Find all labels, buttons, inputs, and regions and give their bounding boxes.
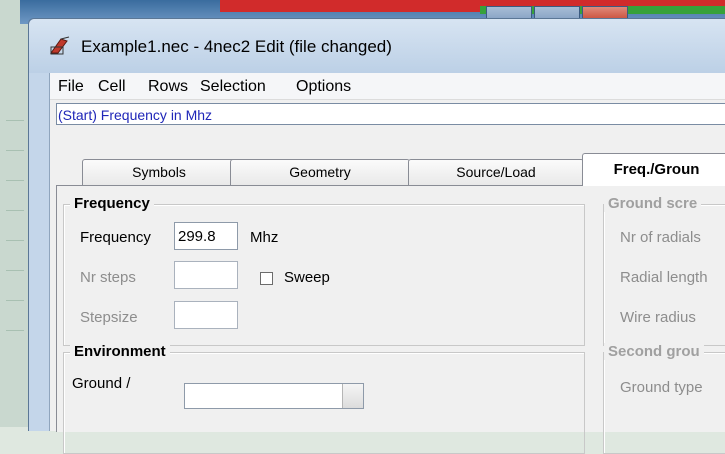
background-desktop — [0, 0, 30, 427]
client-area: File Cell Rows Selection Options (Start)… — [49, 73, 725, 454]
tab-symbols[interactable]: Symbols — [82, 159, 236, 185]
stepsize-input[interactable] — [174, 301, 238, 329]
menu-selection[interactable]: Selection — [200, 78, 266, 96]
editor-window: Example1.nec - 4nec2 Edit (file changed)… — [28, 18, 725, 454]
environment-group: Environment Ground / — [63, 343, 585, 454]
nr-steps-input[interactable] — [174, 261, 238, 289]
tab-source-load[interactable]: Source/Load — [408, 159, 584, 185]
frequency-input[interactable] — [174, 222, 238, 250]
menu-file[interactable]: File — [58, 78, 84, 96]
environment-group-title: Environment — [70, 343, 170, 360]
tab-freq-ground[interactable]: Freq./Groun — [582, 153, 725, 186]
ground-type-label: Ground type — [620, 379, 703, 396]
frequency-group: Frequency Frequency Mhz Nr steps Sweep S… — [63, 195, 585, 346]
window-title: Example1.nec - 4nec2 Edit (file changed) — [81, 37, 392, 56]
radial-length-label: Radial length — [620, 269, 708, 286]
command-line-field[interactable]: (Start) Frequency in Mhz — [56, 103, 725, 125]
nr-steps-label: Nr steps — [80, 269, 136, 286]
second-ground-group-title: Second grou — [604, 343, 704, 360]
stepsize-label: Stepsize — [80, 309, 138, 326]
tab-panel: Frequency Frequency Mhz Nr steps Sweep S… — [56, 185, 725, 454]
wire-radius-label: Wire radius — [620, 309, 696, 326]
ground-label: Ground / — [72, 375, 131, 392]
ground-screen-group-title: Ground scre — [604, 195, 702, 212]
menu-rows[interactable]: Rows — [148, 78, 188, 96]
frequency-unit-label: Mhz — [250, 229, 279, 246]
chevron-down-icon[interactable] — [342, 384, 363, 408]
frequency-group-title: Frequency — [70, 195, 154, 212]
app-icon[interactable] — [49, 35, 71, 55]
menu-bar: File Cell Rows Selection Options — [50, 73, 725, 100]
nr-of-radials-label: Nr of radials — [620, 229, 701, 246]
sweep-checkbox[interactable] — [260, 272, 273, 285]
frequency-label: Frequency — [80, 229, 151, 246]
title-bar[interactable]: Example1.nec - 4nec2 Edit (file changed) — [29, 19, 725, 73]
menu-cell[interactable]: Cell — [98, 78, 126, 96]
ground-screen-group: Ground scre Nr of radials Radial length … — [603, 195, 725, 346]
ground-combo[interactable] — [184, 383, 364, 409]
second-ground-group: Second grou Ground type — [603, 343, 725, 454]
tab-geometry[interactable]: Geometry — [230, 159, 410, 185]
sweep-label: Sweep — [284, 269, 330, 286]
menu-options[interactable]: Options — [296, 78, 351, 96]
